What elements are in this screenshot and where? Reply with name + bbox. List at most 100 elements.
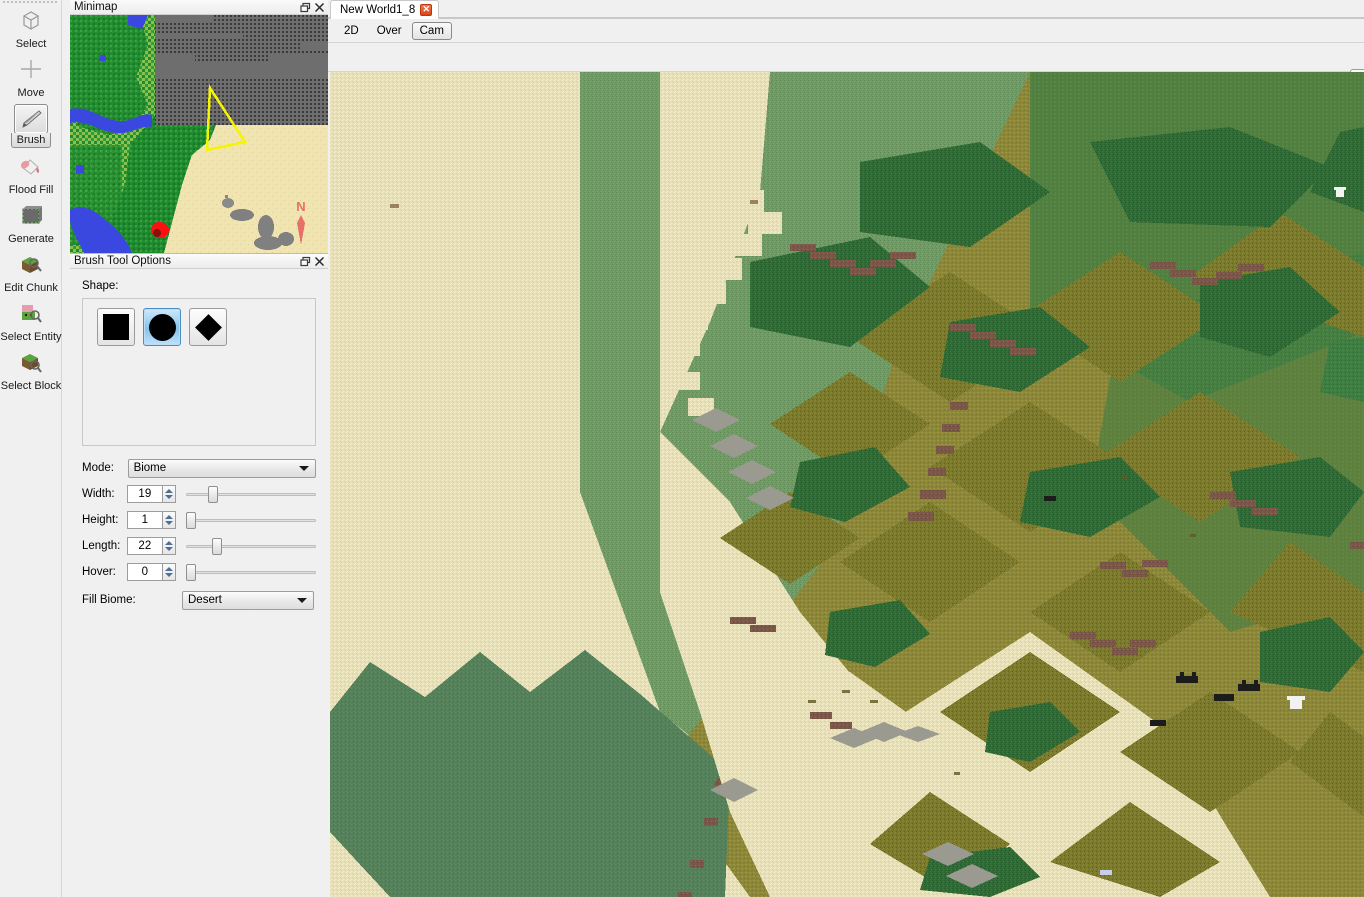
brush-tool-options-panel: Brush Tool Options Shape: Mode: Biome Wi… (70, 253, 328, 897)
height-stepper[interactable] (161, 511, 176, 529)
tool-move[interactable]: Move (0, 55, 62, 100)
minimap-canvas[interactable]: N (70, 15, 328, 253)
tab-bar-filler (446, 0, 1364, 19)
view-2d-button[interactable]: 2D (336, 22, 367, 40)
shape-square-button[interactable] (97, 308, 135, 346)
stepper-up-icon (164, 515, 173, 519)
height-row: Height: 1 (82, 507, 316, 533)
slider-track (185, 571, 316, 574)
select-entity-icon (14, 299, 48, 329)
height-slider[interactable] (185, 511, 316, 529)
minimap-panel-header: Minimap (70, 0, 328, 15)
restore-window-icon[interactable] (298, 255, 312, 268)
shape-selector-group (82, 298, 316, 446)
tool-edit-chunk-label: Edit Chunk (4, 282, 58, 294)
chevron-down-icon (299, 466, 309, 471)
generate-cube-icon (14, 201, 48, 231)
length-row: Length: 22 (82, 533, 316, 559)
slider-track (185, 519, 316, 522)
tool-brush[interactable]: Brush (0, 104, 62, 148)
svg-text:N: N (296, 199, 305, 214)
length-stepper[interactable] (161, 537, 176, 555)
chevron-down-icon (297, 598, 307, 603)
mode-combo-value: Biome (133, 462, 167, 474)
width-label: Width: (82, 488, 115, 500)
stepper-down-icon (164, 573, 173, 577)
length-slider[interactable] (185, 537, 316, 555)
fill-biome-value: Desert (188, 594, 222, 606)
select-block-icon (14, 348, 48, 378)
move-crosshair-icon (14, 55, 48, 85)
close-icon[interactable] (312, 1, 326, 14)
shape-diamond-button[interactable] (189, 308, 227, 346)
hover-slider[interactable] (185, 563, 316, 581)
stepper-down-icon (164, 547, 173, 551)
fill-biome-label: Fill Biome: (82, 594, 136, 606)
slider-knob[interactable] (185, 512, 196, 529)
slider-track (185, 545, 316, 548)
tool-select-label: Select (15, 38, 47, 50)
length-input[interactable]: 22 (126, 537, 162, 555)
tool-edit-chunk[interactable]: Edit Chunk (0, 250, 62, 295)
height-label: Height: (82, 514, 119, 526)
world-tab-label: New World1_8 (340, 3, 416, 16)
tool-move-label: Move (17, 87, 45, 99)
paint-bucket-icon (14, 152, 48, 182)
tool-select-entity-label: Select Entity (0, 331, 62, 343)
tool-select-block[interactable]: Select Block (0, 348, 62, 393)
diamond-icon (194, 313, 222, 341)
width-slider[interactable] (185, 485, 316, 503)
minimap-title: Minimap (74, 0, 118, 13)
stepper-up-icon (164, 567, 173, 571)
view-over-button[interactable]: Over (369, 22, 410, 40)
shape-label: Shape: (82, 280, 119, 292)
tool-generate[interactable]: Generate (0, 201, 62, 246)
minimap-panel: Minimap N (70, 0, 328, 253)
circle-icon (148, 313, 176, 341)
width-input[interactable]: 19 (126, 485, 162, 503)
fill-biome-row: Fill Biome: Desert (82, 587, 316, 613)
slider-track (185, 493, 316, 496)
width-row: Width: 19 (82, 481, 316, 507)
tool-select-block-label: Select Block (0, 380, 62, 392)
restore-window-icon[interactable] (298, 1, 312, 14)
slider-knob[interactable] (211, 538, 222, 555)
world-tab-bar: New World1_8 ✕ (328, 0, 1364, 19)
tool-flood-fill-label: Flood Fill (8, 184, 54, 196)
stepper-down-icon (164, 495, 173, 499)
cube-outline-icon (14, 6, 48, 36)
close-icon[interactable] (312, 255, 326, 268)
world-tab[interactable]: New World1_8 ✕ (330, 0, 440, 19)
fill-biome-combo[interactable]: Desert (182, 590, 314, 610)
shape-circle-button[interactable] (143, 308, 181, 346)
brush-panel-header: Brush Tool Options (70, 254, 328, 269)
tool-select[interactable]: Select (0, 6, 62, 51)
view-mode-toolbar: 2D Over Cam (328, 19, 1364, 43)
stepper-down-icon (164, 521, 173, 525)
stepper-up-icon (164, 541, 173, 545)
close-tab-icon[interactable]: ✕ (420, 3, 433, 16)
tool-flood-fill[interactable]: Flood Fill (0, 152, 62, 197)
secondary-toolbar (328, 43, 1364, 95)
length-label: Length: (82, 540, 121, 552)
mode-row: Mode: Biome (82, 455, 316, 481)
world-render-viewport[interactable] (330, 72, 1364, 897)
view-cam-button[interactable]: Cam (411, 21, 452, 40)
main-area: New World1_8 ✕ 2D Over Cam (328, 0, 1364, 897)
brush-panel-title: Brush Tool Options (74, 254, 171, 267)
mode-combo[interactable]: Biome (127, 458, 316, 478)
mode-label: Mode: (82, 462, 114, 474)
tool-brush-label: Brush (10, 133, 52, 148)
square-icon (103, 314, 129, 340)
hover-stepper[interactable] (161, 563, 176, 581)
width-stepper[interactable] (161, 485, 176, 503)
hover-input[interactable]: 0 (126, 563, 162, 581)
hover-row: Hover: 0 (82, 559, 316, 585)
tool-select-entity[interactable]: Select Entity (0, 299, 62, 344)
height-input[interactable]: 1 (126, 511, 162, 529)
slider-knob[interactable] (207, 486, 218, 503)
tool-generate-label: Generate (8, 233, 54, 245)
tool-rail: Select Move Brush Flood Fill Generate Ed… (0, 0, 62, 897)
slider-knob[interactable] (185, 564, 196, 581)
edit-chunk-icon (14, 250, 48, 280)
